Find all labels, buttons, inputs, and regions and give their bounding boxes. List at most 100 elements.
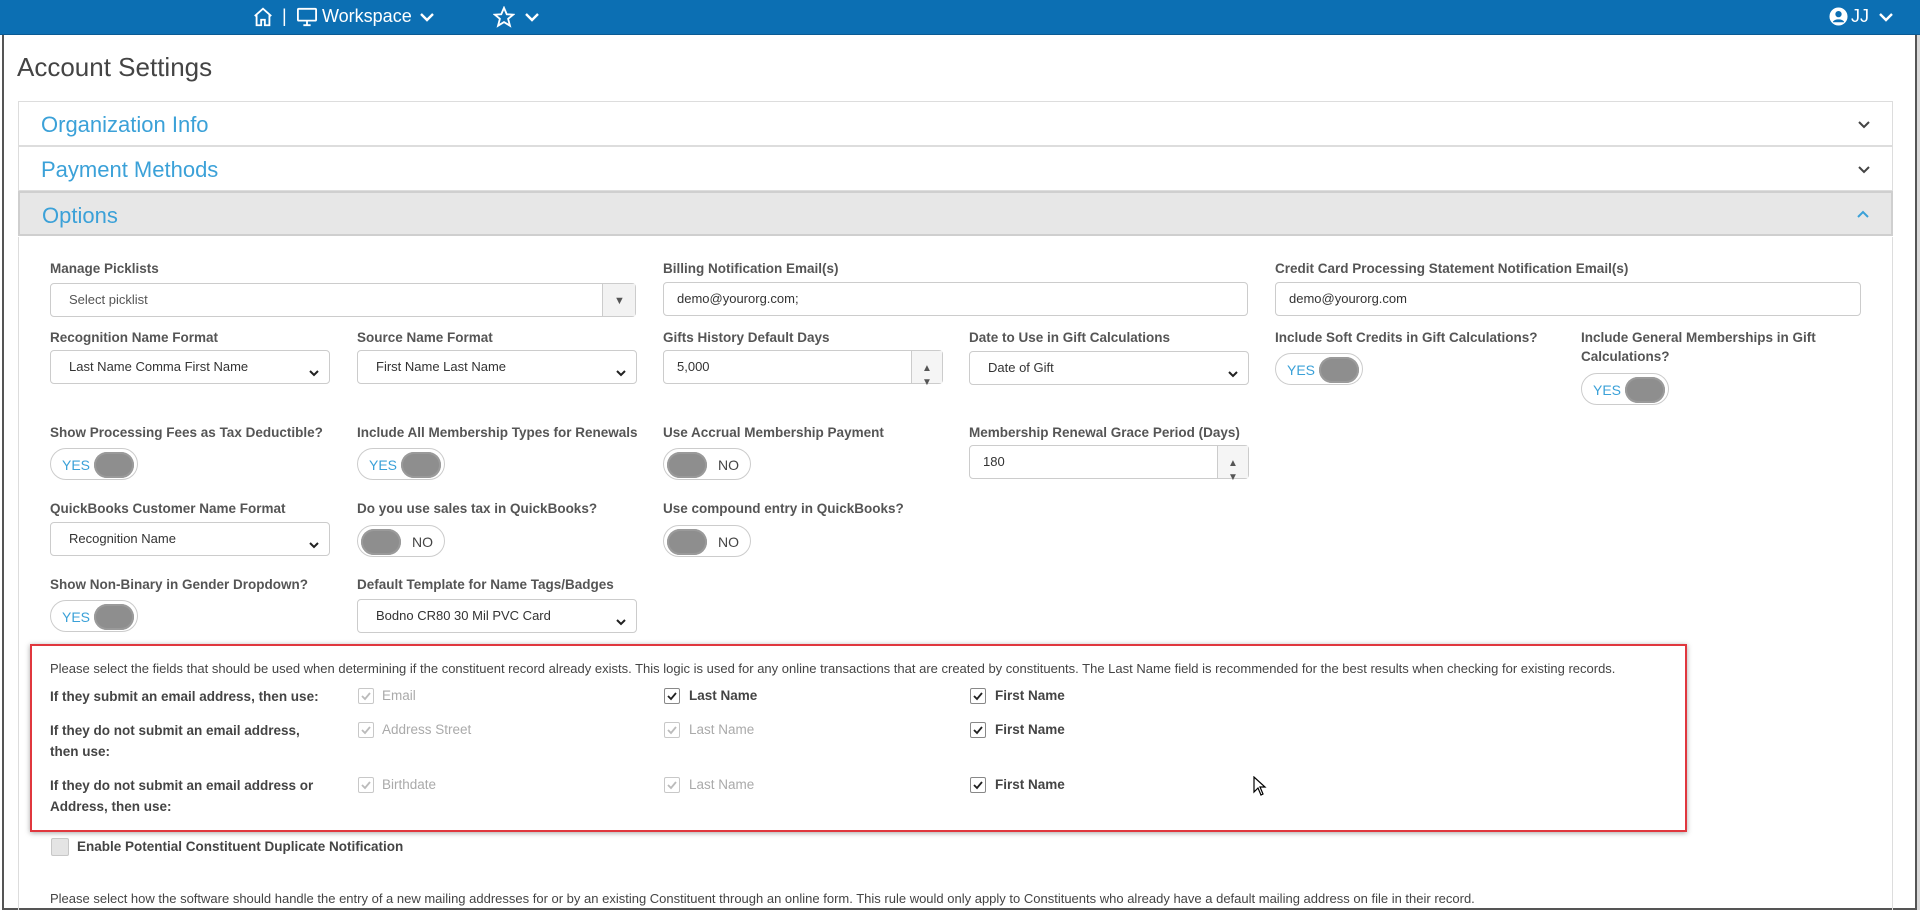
soft-credits-label: Include Soft Credits in Gift Calculation… [1275, 330, 1538, 345]
accordion-title: Options [42, 203, 118, 228]
workspace-menu[interactable]: Workspace [322, 6, 412, 27]
name-tag-template-label: Default Template for Name Tags/Badges [357, 577, 614, 592]
date-gift-calc-label: Date to Use in Gift Calculations [969, 330, 1171, 345]
number-spinner[interactable]: ▲ ▼ [1217, 446, 1248, 483]
toggle-knob [94, 452, 134, 478]
manage-picklists-label: Manage Picklists [50, 261, 159, 276]
toggle-knob [361, 529, 401, 555]
general-memberships-label: Include General Memberships in Gift Calc… [1581, 330, 1816, 364]
number-spinner[interactable]: ▲ ▼ [911, 351, 942, 388]
checkbox-label: Email [382, 688, 416, 703]
duplicate-notification-checkbox[interactable] [51, 838, 69, 856]
gifts-history-input[interactable]: 5,000 ▲ ▼ [663, 350, 943, 388]
general-memberships-toggle[interactable]: YES [1581, 373, 1669, 405]
duplicate-rule-label: If they do not submit an email address o… [50, 778, 314, 814]
processing-fees-label: Show Processing Fees as Tax Deductible? [50, 425, 323, 440]
checkbox-last-name [664, 722, 680, 738]
billing-email-input[interactable]: demo@yourorg.com; [663, 282, 1248, 316]
chevron-down-icon [1856, 161, 1872, 177]
all-membership-types-toggle[interactable]: YES [357, 448, 445, 480]
toggle-knob [94, 604, 134, 630]
billing-email-label: Billing Notification Email(s) [663, 261, 839, 276]
accordion-organization-info[interactable]: Organization Info [18, 101, 1893, 146]
gifts-history-label: Gifts History Default Days [663, 330, 830, 345]
top-navigation-bar: | Workspace JJ [0, 0, 1920, 35]
soft-credits-toggle[interactable]: YES [1275, 353, 1363, 385]
chevron-down-icon[interactable] [1878, 10, 1894, 24]
checkbox-first-name[interactable] [970, 688, 986, 704]
processing-fees-toggle[interactable]: YES [50, 448, 138, 480]
qb-customer-format-label: QuickBooks Customer Name Format [50, 501, 286, 516]
chevron-down-icon [1856, 116, 1872, 132]
renewal-grace-input[interactable]: 180 ▲ ▼ [969, 445, 1249, 483]
select-value: Recognition Name [69, 531, 176, 546]
select-value: Last Name Comma First Name [69, 359, 249, 374]
all-membership-types-label: Include All Membership Types for Renewal… [357, 425, 638, 440]
non-binary-toggle[interactable]: YES [50, 600, 138, 632]
qb-compound-toggle[interactable]: NO [663, 525, 751, 557]
checkbox-email [358, 688, 374, 704]
home-icon[interactable] [252, 6, 274, 28]
toggle-knob [667, 452, 707, 478]
checkbox-label: Last Name [689, 688, 758, 703]
cc-email-label: Credit Card Processing Statement Notific… [1275, 261, 1629, 276]
page-title: Account Settings [17, 52, 213, 82]
user-avatar-icon[interactable] [1829, 7, 1848, 26]
duplicate-rule-label: If they do not submit an email address, … [50, 723, 300, 759]
chevron-down-icon [307, 532, 321, 549]
qb-compound-label: Use compound entry in QuickBooks? [663, 501, 904, 516]
select-value: First Name Last Name [376, 359, 507, 374]
qb-sales-tax-toggle[interactable]: NO [357, 525, 445, 557]
topbar-separator: | [282, 6, 287, 26]
chevron-down-icon [614, 609, 628, 626]
date-gift-calc-select[interactable]: Date of Gift [969, 351, 1249, 385]
dropdown-caret-icon: ▼ [602, 284, 635, 316]
checkbox-address-street [358, 722, 374, 738]
select-value: Date of Gift [988, 360, 1054, 375]
name-tag-template-select[interactable]: Bodno CR80 30 Mil PVC Card [357, 599, 637, 633]
accrual-membership-toggle[interactable]: NO [663, 448, 751, 480]
toggle-state: YES [62, 457, 91, 473]
chevron-up-icon [1855, 207, 1871, 223]
source-format-select[interactable]: First Name Last Name [357, 350, 637, 384]
checkbox-first-name[interactable] [970, 722, 986, 738]
toggle-knob [401, 452, 441, 478]
recognition-format-select[interactable]: Last Name Comma First Name [50, 350, 330, 384]
monitor-icon [296, 7, 318, 27]
chevron-down-icon[interactable] [419, 10, 435, 24]
select-value: Bodno CR80 30 Mil PVC Card [376, 608, 551, 623]
chevron-down-icon[interactable] [524, 10, 540, 24]
picklist-placeholder: Select picklist [69, 292, 148, 307]
toggle-state: YES [62, 609, 91, 625]
duplicate-notification-label: Enable Potential Constituent Duplicate N… [77, 839, 404, 854]
checkbox-label: First Name [995, 688, 1065, 703]
toggle-knob [1319, 357, 1359, 383]
duplicate-check-note: Please select the fields that should be … [50, 661, 1616, 676]
non-binary-label: Show Non-Binary in Gender Dropdown? [50, 577, 308, 592]
toggle-state: YES [369, 457, 398, 473]
checkbox-last-name [664, 777, 680, 793]
checkbox-label: First Name [995, 777, 1065, 792]
checkbox-label: Birthdate [382, 777, 437, 792]
cc-email-input[interactable]: demo@yourorg.com [1275, 282, 1861, 316]
accordion-options[interactable]: Options [18, 191, 1893, 236]
picklist-select[interactable]: Select picklist ▼ [50, 283, 636, 317]
chevron-down-icon [1226, 361, 1240, 378]
qb-customer-format-select[interactable]: Recognition Name [50, 522, 330, 556]
accordion-title: Payment Methods [41, 157, 219, 182]
mailing-address-note: Please select how the software should ha… [50, 891, 1475, 906]
checkbox-label: Last Name [689, 722, 755, 737]
checkbox-birthdate [358, 777, 374, 793]
accordion-payment-methods[interactable]: Payment Methods [18, 146, 1893, 191]
toggle-state: NO [412, 534, 433, 550]
checkbox-label: First Name [995, 722, 1065, 737]
user-initials[interactable]: JJ [1851, 6, 1869, 27]
star-icon[interactable] [493, 6, 515, 28]
checkbox-first-name[interactable] [970, 777, 986, 793]
qb-sales-tax-label: Do you use sales tax in QuickBooks? [357, 501, 598, 516]
input-value: 5,000 [677, 359, 710, 374]
checkbox-last-name[interactable] [664, 688, 680, 704]
accordion-title: Organization Info [41, 112, 209, 137]
toggle-knob [667, 529, 707, 555]
renewal-grace-label: Membership Renewal Grace Period (Days) [969, 425, 1240, 440]
